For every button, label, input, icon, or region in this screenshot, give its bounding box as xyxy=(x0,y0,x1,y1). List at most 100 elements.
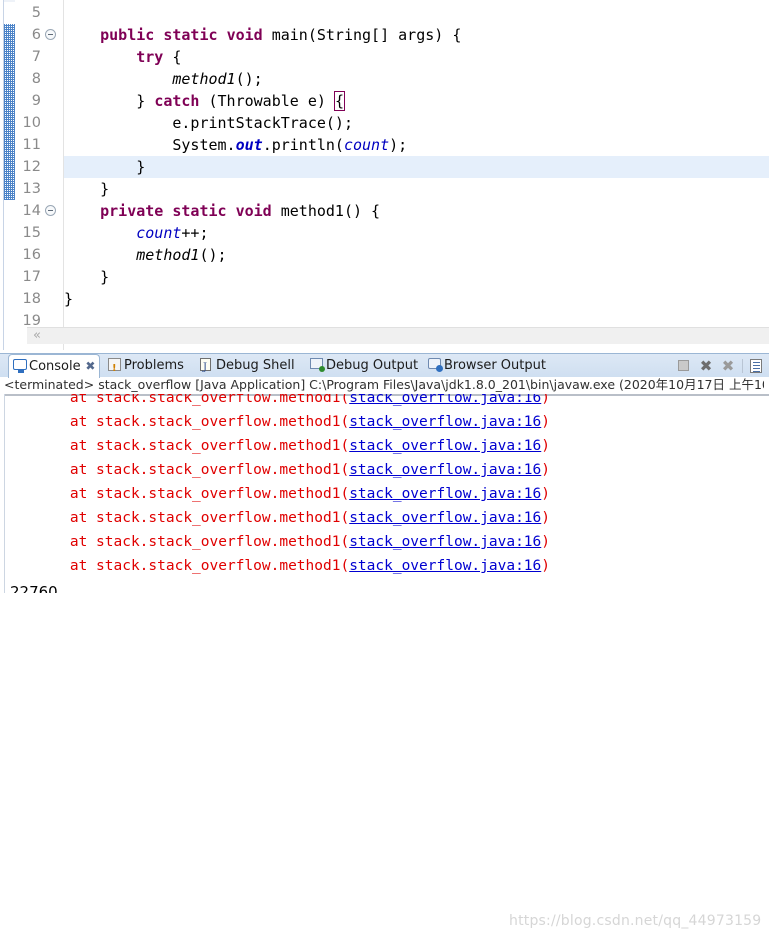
browser-output-icon xyxy=(428,358,443,372)
tab-debug-shell[interactable]: Debug Shell xyxy=(196,354,302,379)
code-token-kw: static xyxy=(172,202,227,220)
code-line[interactable]: } xyxy=(64,288,73,310)
code-line[interactable]: method1(); xyxy=(64,68,262,90)
scroll-left-icon[interactable]: « xyxy=(33,328,41,344)
line-number: 7 xyxy=(31,49,41,65)
code-token-mth: method1 xyxy=(172,70,236,88)
stack-trace-suffix: ) xyxy=(541,394,550,406)
java-editor-panel: 5 6 7 8 9 10 11 12 13 14 15 16 17 18 19 public static … xyxy=(0,0,769,350)
code-line[interactable]: } xyxy=(64,156,145,178)
stack-trace-line: at stack.stack_overflow.method1(stack_ov… xyxy=(0,410,550,434)
stack-trace-prefix: at stack.stack_overflow.method1( xyxy=(0,394,350,406)
line-number: 12 xyxy=(22,159,41,175)
code-line[interactable]: count++; xyxy=(64,222,208,244)
line-number: 6 xyxy=(31,27,41,43)
code-line[interactable]: e.printStackTrace(); xyxy=(64,112,353,134)
code-line[interactable]: } catch (Throwable e) { xyxy=(64,90,345,112)
stack-trace-source-link[interactable]: stack_overflow.java:16 xyxy=(349,534,541,550)
code-token-kw: try xyxy=(136,48,164,66)
console-icon xyxy=(13,359,27,373)
code-token-plain: .println( xyxy=(262,136,344,154)
tab-browser-output[interactable]: Browser Output xyxy=(424,354,554,377)
editor-horizontal-scrollbar[interactable]: « xyxy=(27,327,769,344)
line-number: 17 xyxy=(22,269,41,285)
code-token-plain: method1() { xyxy=(271,202,381,220)
code-token-plain: } xyxy=(64,268,110,286)
line-number: 16 xyxy=(22,247,41,263)
stack-trace-prefix: at stack.stack_overflow.method1( xyxy=(0,510,350,526)
stack-trace-prefix: at stack.stack_overflow.method1( xyxy=(0,486,350,502)
code-token-brmatch: { xyxy=(333,91,345,111)
stack-trace-line: at stack.stack_overflow.method1(stack_ov… xyxy=(0,458,550,482)
line-number: 14 xyxy=(22,203,41,219)
change-bar-strip xyxy=(4,24,15,200)
tab-problems[interactable]: Problems xyxy=(104,354,190,380)
code-line[interactable]: System.out.println(count); xyxy=(64,134,407,156)
code-token-plain: main(String[] args) { xyxy=(262,26,462,44)
code-fold-toggle-icon[interactable] xyxy=(45,29,56,40)
code-token-plain: e.printStackTrace(); xyxy=(64,114,353,132)
line-number: 15 xyxy=(22,225,41,241)
code-token-kw: public xyxy=(100,26,155,44)
code-line[interactable]: private static void method1() { xyxy=(64,200,380,222)
stack-trace-source-link[interactable]: stack_overflow.java:16 xyxy=(349,414,541,430)
stack-trace-suffix: ) xyxy=(541,558,550,574)
stack-trace-source-link[interactable]: stack_overflow.java:16 xyxy=(349,486,541,502)
stack-trace-source-link[interactable]: stack_overflow.java:16 xyxy=(349,558,541,574)
code-line[interactable]: } xyxy=(64,266,109,288)
hscroll-gutter-spacer xyxy=(4,327,27,343)
editor-line-number-gutter[interactable]: 5 6 7 8 9 10 11 12 13 14 15 16 17 18 19 xyxy=(15,0,63,350)
code-token-plain: } xyxy=(64,290,74,308)
console-output-area[interactable]: at stack.stack_overflow.method1(stack_ov… xyxy=(0,394,769,593)
code-token-kw: private xyxy=(100,202,164,220)
stack-trace-suffix: ) xyxy=(541,534,550,550)
code-line[interactable]: try { xyxy=(64,46,181,68)
clear-console-icon[interactable] xyxy=(750,359,762,373)
tab-debug-output[interactable]: Debug Output xyxy=(306,354,422,377)
tab-label: Problems xyxy=(124,358,184,373)
stack-trace-source-link[interactable]: stack_overflow.java:16 xyxy=(349,462,541,478)
stack-trace-source-link[interactable]: stack_overflow.java:16 xyxy=(349,510,541,526)
code-token-plain: (); xyxy=(199,246,227,264)
code-line[interactable]: } xyxy=(64,178,109,200)
stack-trace-suffix: ) xyxy=(541,510,550,526)
code-line[interactable]: method1(); xyxy=(64,244,227,266)
tab-console[interactable]: Console ✖ xyxy=(8,354,100,378)
line-number: 5 xyxy=(31,5,41,21)
stack-trace-prefix: at stack.stack_overflow.method1( xyxy=(0,414,350,430)
line-number: 11 xyxy=(22,137,41,153)
code-token-plain: } xyxy=(64,158,146,176)
code-fold-toggle-icon[interactable] xyxy=(45,205,56,216)
remove-launch-icon[interactable]: ✖ xyxy=(698,358,714,374)
stack-trace-suffix: ) xyxy=(541,438,550,454)
stack-trace-source-link[interactable]: stack_overflow.java:16 xyxy=(349,394,541,406)
remove-all-launches-icon[interactable]: ✖ xyxy=(720,358,736,374)
line-number: 9 xyxy=(31,93,41,109)
eclipse-ide-window: 5 6 7 8 9 10 11 12 13 14 15 16 17 18 19 public static … xyxy=(0,0,769,929)
terminate-icon[interactable] xyxy=(678,360,689,371)
editor-code-area[interactable]: public static void main(String[] args) {… xyxy=(64,0,769,350)
line-number: 10 xyxy=(22,115,41,131)
stack-trace-line: at stack.stack_overflow.method1(stack_ov… xyxy=(0,434,550,458)
debug-output-icon xyxy=(310,358,325,372)
stack-trace-line: at stack.stack_overflow.method1(stack_ov… xyxy=(0,506,550,530)
tab-label: Debug Output xyxy=(326,358,419,373)
stack-trace-prefix: at stack.stack_overflow.method1( xyxy=(0,438,350,454)
code-token-fldb: out xyxy=(235,136,263,154)
stack-trace-suffix: ) xyxy=(541,462,550,478)
stack-trace-source-link[interactable]: stack_overflow.java:16 xyxy=(349,438,541,454)
code-token-fld: count xyxy=(136,224,182,242)
current-line-highlight xyxy=(64,156,769,178)
code-line[interactable]: public static void main(String[] args) { xyxy=(64,24,461,46)
stack-trace-prefix: at stack.stack_overflow.method1( xyxy=(0,558,350,574)
stack-trace-prefix: at stack.stack_overflow.method1( xyxy=(0,462,350,478)
tab-close-icon[interactable]: ✖ xyxy=(85,355,95,378)
code-token-plain: System. xyxy=(64,136,236,154)
